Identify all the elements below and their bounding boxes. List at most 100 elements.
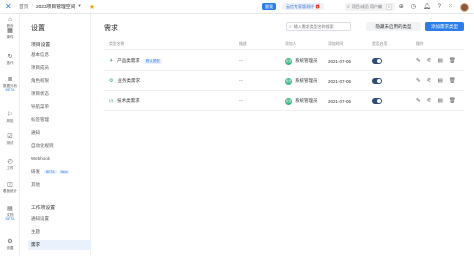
rail-label: 迭代 [6,61,14,65]
document-icon[interactable]: ▤ [438,58,443,64]
created-date: 2021-07-06 [328,98,352,104]
document-icon[interactable]: ▤ [438,98,443,104]
plus-icon[interactable]: ⊕ [399,2,404,12]
settings-title: 设置 [31,25,45,32]
settings-item-roles[interactable]: 角色权限 [31,78,49,84]
enable-toggle[interactable] [372,58,382,64]
breadcrumb-project[interactable]: 2023项目管理空间 [36,3,75,10]
date-cell: 2021-07-06 [328,91,351,111]
description: -- [239,78,244,84]
settings-item-requirements[interactable]: 需求 [31,242,40,248]
global-search[interactable]: ⌕ K [345,2,395,11]
edit-icon[interactable]: ✎ [416,58,421,64]
type-search-input[interactable] [293,24,348,29]
avatar: 管理 [285,77,292,85]
settings-item-notify-settings[interactable]: 通知设置 [31,216,49,222]
rail-item-iteration[interactable]: ↻ 迭代 [0,54,20,65]
chevron-down-icon[interactable]: ▾ [78,4,80,9]
rail-item-analytics[interactable]: ≣ 数据分析 BETA [0,77,20,92]
settings-item-tags[interactable]: 标签管理 [31,117,49,123]
rail-item-home[interactable]: ⌂ 首页 [0,17,20,28]
settings-item-other[interactable]: 其他 [31,182,40,188]
sliders-icon[interactable]: ⚟ [427,58,432,64]
home-icon: ⌂ [8,17,12,23]
beta-badge: BETA [5,88,15,92]
edit-icon[interactable]: ✎ [416,78,421,84]
rail-label: 设置 [6,246,14,250]
clock-icon[interactable]: ◷ [411,2,416,12]
settings-item-automation[interactable]: 自动化规则 [31,143,54,149]
sliders-icon[interactable]: ⚟ [427,78,432,84]
creator-name: 系统管理员 [295,58,318,63]
settings-item-webhook[interactable]: Webhook [31,156,50,161]
enable-toggle[interactable] [372,78,382,84]
star-icon[interactable]: ★ [89,3,95,11]
settings-item-notify[interactable]: 通知 [31,130,40,136]
status-pill[interactable]: 跟我 [262,3,276,10]
rail-item-test[interactable]: ☑ 测试 [0,134,20,145]
user-avatar[interactable] [460,2,469,12]
topbar-center: 跟我 云信专家版测评 🎁 [262,3,325,10]
beta-badge: BETA [5,217,15,221]
settings-item-basic[interactable]: 基本信息 [31,52,49,58]
settings-item-members[interactable]: 项目成员 [31,65,49,71]
type-search[interactable]: ⌕ [286,22,351,31]
bell-icon[interactable]: 🔔︎ [423,2,431,12]
add-type-button[interactable]: 添加需求类型 [425,22,464,31]
help-icon[interactable]: ? [438,2,441,12]
column-header: 描述 [239,42,247,46]
code-icon: ⟨/⟩ [109,99,114,103]
database-icon: ≣ [7,77,13,83]
hide-disabled-button[interactable]: 隐藏未启用的类型 [366,22,421,31]
table-row[interactable]: ✈ 产品类需求 默认类型 -- 管理 系统管理员 2021-07-06 ✎ ⚟ … [104,51,464,71]
apps-icon[interactable]: ⁙ [448,2,453,12]
table-row[interactable]: ⚙ 业务类需求 -- 管理 系统管理员 2021-07-06 ✎ ⚟ ▤ 🗑︎ [104,71,464,91]
delete-icon[interactable]: 🗑︎ [449,58,456,64]
settings-item-nav[interactable]: 导航菜单 [31,104,49,110]
plane-icon: ✈ [109,58,114,64]
date-cell: 2021-07-06 [328,51,351,71]
breadcrumb-home[interactable]: 首页 [19,3,29,10]
document-icon[interactable]: ▤ [438,78,443,84]
desc-cell: -- [239,51,243,71]
gear-icon: ⚙ [7,239,13,245]
new-badge: New [58,169,70,175]
table-header: 类型名称 描述 添加人 添加时间 是否启用 操作 [104,40,464,50]
beta-badge: BETA [44,169,57,175]
rail-item-board[interactable]: ◫ 看板统计 [0,182,20,193]
delete-icon[interactable]: 🗑︎ [449,78,456,84]
rail-label: 风险 [6,119,14,123]
left-rail: ⌂ 首页 ▦ 事件 ↻ 迭代 ≣ 数据分析 BETA ⚐ 风险 ☑ 测试 ◴ 工… [0,14,20,256]
enable-toggle[interactable] [372,98,382,104]
settings-item-theme[interactable]: 主题 [31,229,40,235]
settings-group-project: 项目设置 [31,43,51,48]
sliders-icon[interactable]: ⚟ [427,98,432,104]
chart-icon: ↻ [7,54,13,60]
rail-item-docs[interactable]: ▤ 文档 BETA [0,206,20,221]
app-logo[interactable]: ✕ [5,2,13,11]
avatar: 管理 [285,57,292,65]
delete-icon[interactable]: 🗑︎ [449,98,456,104]
type-name[interactable]: 产品类需求 [117,58,140,64]
table-row[interactable]: ⟨/⟩ 技术类需求 -- 管理 系统管理员 2021-07-06 ✎ ⚟ ▤ 🗑… [104,91,464,111]
created-date: 2021-07-06 [328,58,352,64]
rail-item-risk[interactable]: ⚐ 风险 [0,112,20,123]
type-name[interactable]: 技术类需求 [117,98,140,104]
date-cell: 2021-07-06 [328,71,351,91]
type-name-cell: ⟨/⟩ 技术类需求 [109,91,140,111]
enabled-cell [372,71,382,91]
global-search-input[interactable] [351,4,386,9]
settings-item-dev[interactable]: 研发 BETA New [31,169,70,175]
type-name[interactable]: 业务类需求 [117,78,140,84]
settings-panel: 设置 项目设置 基本信息 项目成员 角色权限 项目状态 导航菜单 标签管理 通知… [20,14,106,256]
rail-item-settings[interactable]: ⚙ 设置 [0,239,20,250]
test-icon: ☑ [7,134,13,140]
column-header: 类型名称 [109,42,125,46]
rail-item-worktime[interactable]: ◴ 工时 [0,159,20,170]
edit-icon[interactable]: ✎ [416,98,421,104]
settings-item-status[interactable]: 项目状态 [31,91,49,97]
enterprise-badge[interactable]: 云信专家版测评 🎁 [282,3,325,10]
type-name-cell: ✈ 产品类需求 默认类型 [109,51,162,71]
rail-label: 事件 [6,35,14,39]
rail-item-events[interactable]: ▦ 事件 [0,28,20,39]
